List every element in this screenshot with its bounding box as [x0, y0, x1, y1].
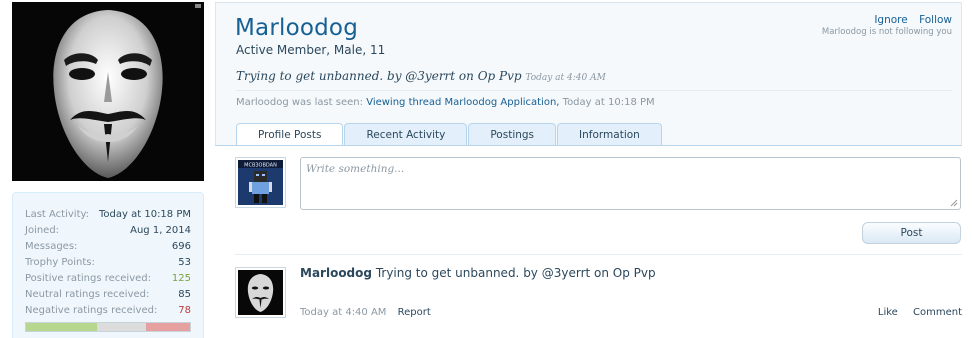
report-link[interactable]: Report: [398, 307, 431, 318]
separator: [235, 254, 962, 255]
stat-row: Trophy Points: 53: [25, 255, 191, 271]
stat-row: Messages: 696: [25, 239, 191, 255]
stat-row: Positive ratings received: 125: [25, 271, 191, 287]
profile-avatar-large[interactable]: [12, 2, 204, 181]
stat-label: Positive ratings received:: [25, 273, 152, 284]
message-author-avatar[interactable]: [235, 267, 286, 318]
last-seen-activity-link[interactable]: Viewing thread Marloodog Application,: [366, 97, 559, 108]
stat-row: Last Activity: Today at 10:18 PM: [25, 207, 191, 223]
tab-profile-posts[interactable]: Profile Posts: [236, 123, 344, 146]
user-title: Active Member, Male, 11: [236, 43, 386, 57]
rating-bar-neutral: [97, 323, 146, 331]
stat-label: Negative ratings received:: [25, 305, 158, 316]
stat-row: Neutral ratings received: 85: [25, 287, 191, 303]
stat-value: 53: [178, 257, 191, 268]
page-title: Marloodog: [235, 15, 358, 41]
like-link[interactable]: Like: [878, 307, 898, 318]
avatar-caption: MCB3OBDAN: [244, 163, 277, 169]
last-seen-time: Today at 10:18 PM: [562, 97, 655, 108]
current-status: Trying to get unbanned. by @3yerrt on Op…: [236, 69, 606, 83]
message-author-link[interactable]: Marloodog: [300, 266, 372, 280]
status-text: Trying to get unbanned. by @3yerrt on Op…: [236, 69, 522, 83]
message-content: Marloodog Trying to get unbanned. by @3y…: [300, 266, 656, 280]
rating-bar-positive: [26, 323, 98, 331]
stat-value: Aug 1, 2014: [130, 225, 191, 236]
ignore-link[interactable]: Ignore: [874, 14, 907, 26]
tab-recent-activity[interactable]: Recent Activity: [344, 123, 468, 146]
stat-label: Joined:: [25, 225, 60, 236]
profile-post-input[interactable]: Write something...: [300, 157, 961, 210]
profile-main: Marloodog Active Member, Male, 11 Ignore…: [215, 2, 962, 338]
stat-value: 696: [171, 241, 191, 252]
stat-value: 85: [178, 289, 191, 300]
stat-value: 125: [171, 273, 191, 284]
message-actions: Like Comment: [866, 307, 962, 318]
message-time[interactable]: Today at 4:40 AM: [300, 307, 386, 318]
minecraft-avatar-image: MCB3OBDAN: [238, 160, 283, 205]
stat-label: Messages:: [25, 241, 78, 252]
status-time[interactable]: Today at 4:40 AM: [525, 73, 605, 83]
stat-row: Joined: Aug 1, 2014: [25, 223, 191, 239]
tab-postings[interactable]: Postings: [468, 123, 557, 146]
last-seen-label: Marloodog was last seen:: [236, 97, 364, 108]
stat-label: Neutral ratings received:: [25, 289, 150, 300]
tab-information[interactable]: Information: [557, 123, 662, 146]
follow-controls: Ignore Follow Marloodog is not following…: [822, 14, 952, 37]
stat-label: Trophy Points:: [25, 257, 95, 268]
rating-bar-negative: [145, 323, 190, 331]
post-button[interactable]: Post: [862, 222, 961, 244]
composer-placeholder: Write something...: [306, 163, 405, 175]
member-stats-panel: Last Activity: Today at 10:18 PM Joined: Au…: [12, 192, 204, 338]
stat-value: 78: [178, 305, 191, 316]
visitor-avatar[interactable]: MCB3OBDAN: [235, 157, 286, 208]
avatar-edit-icon[interactable]: [195, 4, 201, 8]
profile-tabs: Profile Posts Recent Activity Postings I…: [236, 123, 663, 146]
guy-fawkes-mask-thumbnail: [238, 270, 283, 315]
message-body: Trying to get unbanned. by @3yerrt on Op…: [375, 266, 656, 280]
stat-value: Today at 10:18 PM: [99, 209, 191, 220]
stat-label: Last Activity:: [25, 209, 90, 220]
profile-header: Marloodog Active Member, Male, 11 Ignore…: [215, 2, 962, 146]
resize-handle-icon[interactable]: [950, 199, 958, 207]
last-seen: Marloodog was last seen: Viewing thread …: [236, 97, 655, 108]
message-meta: Today at 4:40 AM Report: [300, 307, 431, 318]
tabs-underline: [215, 145, 962, 146]
comment-link[interactable]: Comment: [913, 307, 962, 318]
guy-fawkes-mask-image: [12, 2, 204, 181]
rating-bar: [25, 322, 191, 332]
stat-row: Negative ratings received: 78: [25, 303, 191, 319]
follow-link[interactable]: Follow: [919, 14, 952, 26]
follow-status-note: Marloodog is not following you: [821, 27, 952, 37]
divider: [236, 90, 952, 91]
